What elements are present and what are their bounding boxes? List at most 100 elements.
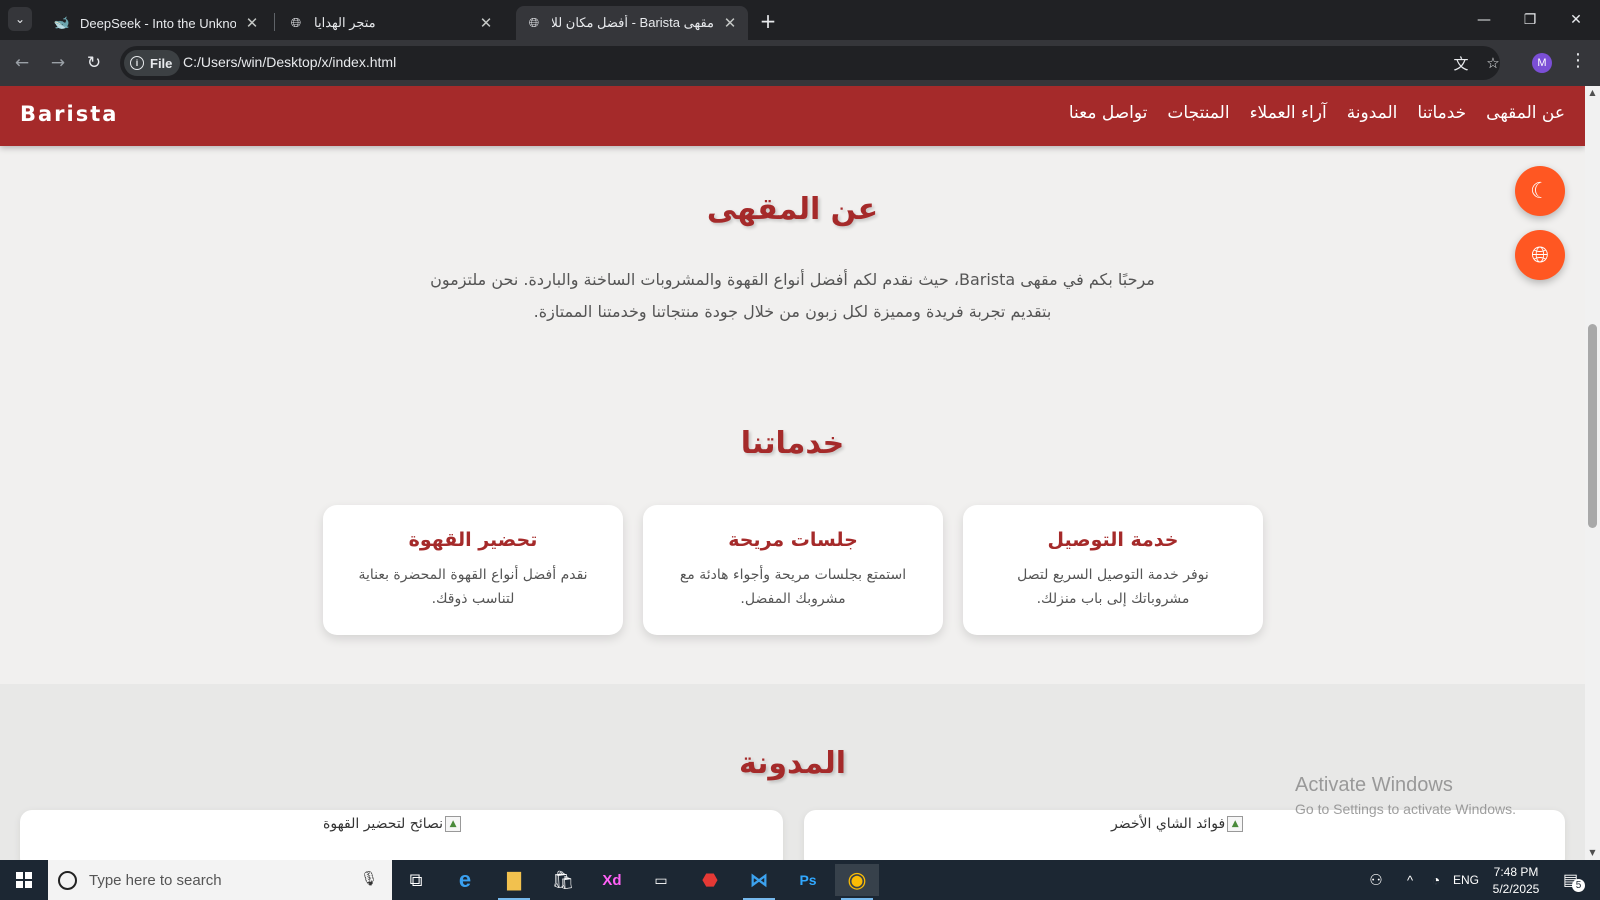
image-alt-text: نصائح لتحضير القهوة	[323, 816, 444, 832]
deepseek-whale-icon: 🐋	[53, 15, 71, 30]
scroll-up-arrow-icon[interactable]: ▲	[1585, 86, 1600, 100]
services-cards: خدمة التوصيل نوفر خدمة التوصيل السريع لت…	[323, 505, 1263, 635]
vscode-icon[interactable]: ⋈	[737, 864, 781, 900]
adobe-xd-icon[interactable]: Xd	[590, 864, 634, 896]
start-button[interactable]	[0, 860, 48, 900]
terminal-icon[interactable]: ▭	[639, 864, 683, 896]
tab-title: DeepSeek - Into the Unknown	[80, 15, 236, 31]
close-icon[interactable]: ✕	[478, 14, 494, 32]
site-info-chip[interactable]: i File	[124, 50, 181, 76]
app-red-icon[interactable]: ⬣	[688, 864, 732, 896]
system-clock[interactable]: 7:48 PM 5/2/2025	[1486, 864, 1546, 898]
site-logo[interactable]: Barista	[20, 102, 118, 126]
cortana-icon	[58, 870, 77, 890]
globe-icon: 🌐︎	[290, 15, 302, 30]
nav-about[interactable]: عن المقهى	[1486, 103, 1565, 123]
tab-title: متجر الهدايا	[314, 15, 376, 30]
tab-deepseek[interactable]: 🐋 DeepSeek - Into the Unknown ✕	[44, 6, 270, 40]
close-icon[interactable]: ✕	[244, 14, 260, 32]
service-card-title: جلسات مريحة	[728, 529, 858, 551]
new-tab-plus-icon[interactable]: +	[756, 9, 780, 33]
clock-time: 7:48 PM	[1493, 865, 1539, 879]
windows-taskbar: Type here to search 🎙︎ ⧉ e ▇ 🛍︎ Xd ▭ ⬣ ⋈…	[0, 860, 1600, 900]
browser-tab-strip: ⌄ 🐋 DeepSeek - Into the Unknown ✕ 🌐︎ متج…	[0, 0, 1600, 40]
language-indicator[interactable]: ENG	[1450, 860, 1482, 900]
notification-center-icon[interactable]: ▤ 5	[1554, 860, 1594, 900]
tab-barista[interactable]: 🌐︎ مقهى Barista - أفضل مكان للاستـ ✕	[516, 6, 748, 40]
activate-windows-watermark: Activate Windows Go to Settings to activ…	[1295, 774, 1516, 817]
restore-icon[interactable]: ❐	[1508, 0, 1552, 40]
broken-image-icon: ▲	[1227, 816, 1244, 832]
watermark-line-2: Go to Settings to activate Windows.	[1295, 801, 1516, 817]
minimize-icon[interactable]: —	[1462, 0, 1506, 40]
tab-divider	[274, 13, 275, 31]
browser-toolbar: ← → ↻ i File C:/Users/win/Desktop/x/inde…	[0, 40, 1600, 86]
service-card-text: نقدم أفضل أنواع القهوة المحضرة بعناية لت…	[358, 567, 588, 607]
site-nav: تواصل معنا المنتجات آراء العملاء المدونة…	[1069, 103, 1565, 123]
search-placeholder: Type here to search	[89, 871, 222, 889]
info-icon: i	[130, 56, 144, 70]
bookmark-star-icon[interactable]: ☆	[1482, 52, 1504, 74]
address-bar[interactable]: i File C:/Users/win/Desktop/x/index.html…	[120, 46, 1500, 80]
chip-label: File	[150, 55, 173, 71]
close-icon[interactable]: ✕	[722, 14, 738, 32]
about-line-1: مرحبًا بكم في مقهى Barista، حيث نقدم لكم…	[430, 270, 1155, 289]
page-scrollbar[interactable]: ▲ ▼	[1585, 86, 1600, 860]
xd-label: Xd	[602, 871, 622, 889]
tab-title: مقهى Barista - أفضل مكان للاستـ	[552, 15, 714, 30]
chrome-icon[interactable]: ◉	[835, 864, 879, 900]
translate-icon[interactable]: 文	[1450, 52, 1472, 74]
service-card-title: خدمة التوصيل	[1047, 529, 1179, 551]
service-card-coffee: تحضير القهوة نقدم أفضل أنواع القهوة المح…	[323, 505, 623, 635]
scroll-down-arrow-icon[interactable]: ▼	[1585, 846, 1600, 860]
service-card-delivery: خدمة التوصيل نوفر خدمة التوصيل السريع لت…	[963, 505, 1263, 635]
tab-search-chevron-icon[interactable]: ⌄	[8, 7, 32, 31]
clock-date: 5/2/2025	[1492, 882, 1540, 896]
reload-icon[interactable]: ↻	[81, 50, 107, 76]
service-card-seating: جلسات مريحة استمتع بجلسات مريحة وأجواء ه…	[643, 505, 943, 635]
nav-services[interactable]: خدماتنا	[1417, 103, 1466, 123]
about-text: مرحبًا بكم في مقهى Barista، حيث نقدم لكم…	[400, 264, 1185, 328]
site-header: Barista تواصل معنا المنتجات آراء العملاء…	[0, 86, 1585, 146]
nav-products[interactable]: المنتجات	[1167, 103, 1229, 123]
people-icon[interactable]: ⚇	[1362, 860, 1390, 900]
window-close-icon[interactable]: ✕	[1554, 0, 1598, 40]
microsoft-store-icon[interactable]: 🛍︎	[541, 864, 585, 896]
language-toggle[interactable]: 🌐︎	[1515, 230, 1565, 280]
tab-gift-store[interactable]: 🌐︎ متجر الهدايا ✕	[278, 6, 504, 40]
globe-icon: 🌐︎	[528, 15, 540, 30]
service-card-text: استمتع بجلسات مريحة وأجواء هادئة مع مشرو…	[679, 567, 907, 607]
nav-contact[interactable]: تواصل معنا	[1069, 103, 1148, 123]
forward-arrow-icon[interactable]: →	[45, 50, 71, 76]
nav-testimonials[interactable]: آراء العملاء	[1250, 103, 1327, 123]
wifi-icon[interactable]: ◔	[1424, 860, 1448, 900]
watermark-line-1: Activate Windows	[1295, 774, 1453, 796]
scroll-thumb[interactable]	[1588, 324, 1597, 528]
globe-icon: 🌐︎	[1531, 242, 1549, 268]
broken-image-icon: ▲	[445, 816, 462, 832]
service-card-text: نوفر خدمة التوصيل السريع لتصل مشروباتك إ…	[1017, 567, 1209, 607]
service-card-title: تحضير القهوة	[408, 529, 538, 551]
chevron-up-icon[interactable]: ^	[1398, 860, 1422, 900]
microphone-icon[interactable]: 🎙︎	[360, 871, 378, 887]
photoshop-icon[interactable]: Ps	[786, 864, 830, 896]
more-menu-icon[interactable]: ⋮	[1568, 50, 1588, 71]
ps-label: Ps	[799, 872, 817, 888]
image-alt-text: فوائد الشاي الأخضر	[1111, 816, 1226, 832]
back-arrow-icon[interactable]: ←	[9, 50, 35, 76]
task-view-icon[interactable]: ⧉	[394, 864, 438, 896]
page-viewport: Barista تواصل معنا المنتجات آراء العملاء…	[0, 86, 1585, 860]
windows-logo-icon	[16, 872, 32, 888]
about-title: عن المقهى	[706, 192, 879, 227]
edge-icon[interactable]: e	[443, 864, 487, 896]
about-line-2: بتقديم تجربة فريدة ومميزة لكل زبون من خل…	[533, 302, 1052, 321]
notification-count: 5	[1572, 878, 1586, 892]
file-explorer-icon[interactable]: ▇	[492, 864, 536, 900]
blog-image-coffee-tips: ▲ نصائح لتحضير القهوة	[323, 816, 462, 832]
blog-image-green-tea: ▲ فوائد الشاي الأخضر	[1111, 816, 1244, 832]
nav-blog[interactable]: المدونة	[1347, 103, 1398, 123]
services-title: خدماتنا	[740, 426, 845, 461]
url-text[interactable]: C:/Users/win/Desktop/x/index.html	[183, 54, 396, 70]
profile-avatar[interactable]: M	[1532, 53, 1552, 73]
taskbar-search[interactable]: Type here to search 🎙︎	[48, 860, 392, 900]
